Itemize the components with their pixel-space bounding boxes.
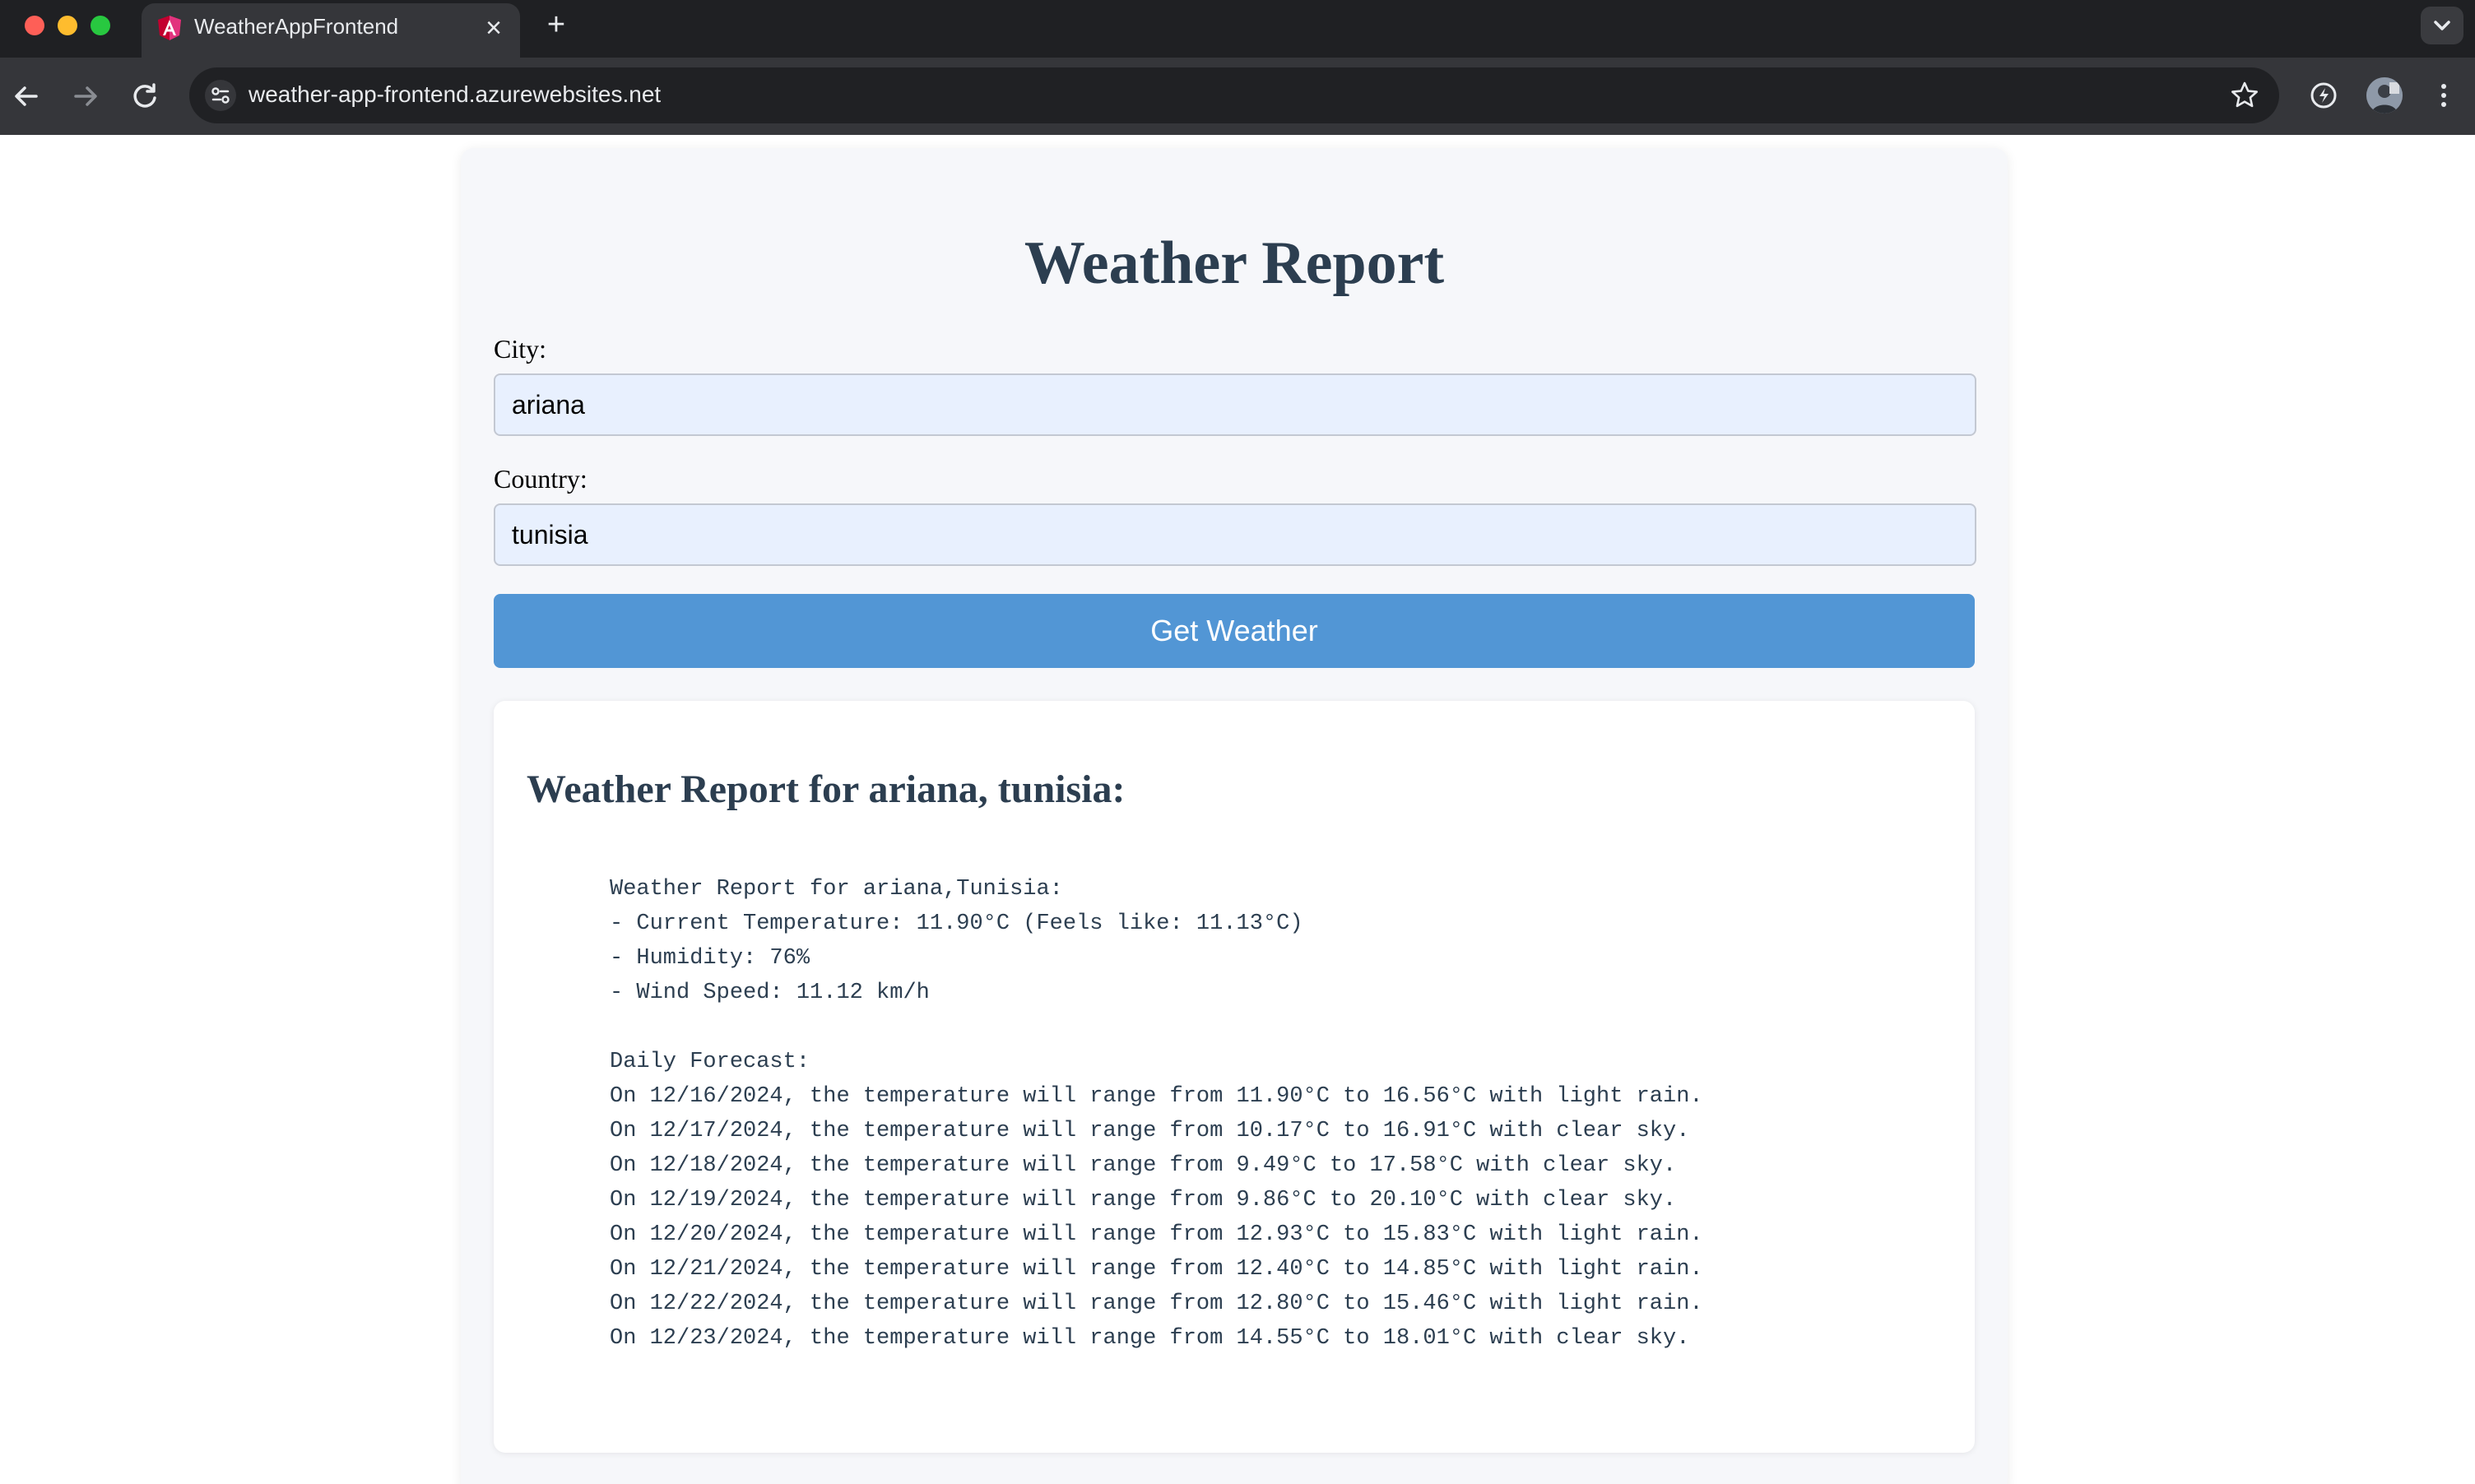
browser-tab[interactable]: WeatherAppFrontend × — [142, 3, 520, 58]
tab-title: WeatherAppFrontend — [194, 14, 399, 39]
page-viewport: Weather Report City: Country: Get Weathe… — [0, 135, 2475, 1484]
plus-icon[interactable]: + — [540, 8, 573, 41]
get-weather-button[interactable]: Get Weather — [494, 594, 1975, 668]
wind-speed-line: - Wind Speed: 11.12 km/h — [610, 981, 930, 1005]
forecast-line: On 12/22/2024, the temperature will rang… — [610, 1292, 1703, 1316]
url-text[interactable]: weather-app-frontend.azurewebsites.net — [248, 81, 661, 108]
window-minimize-button[interactable] — [58, 16, 77, 35]
forecast-title-line: Daily Forecast: — [610, 1050, 810, 1074]
forecast-line: On 12/18/2024, the temperature will rang… — [610, 1153, 1677, 1178]
current-temperature-line: - Current Temperature: 11.90°C (Feels li… — [610, 911, 1303, 936]
star-icon[interactable] — [2228, 79, 2261, 112]
country-label: Country: — [494, 464, 587, 494]
report-title-line: Weather Report for ariana,Tunisia: — [610, 877, 1063, 902]
extension-icon[interactable] — [2304, 76, 2343, 115]
forecast-line: On 12/19/2024, the temperature will rang… — [610, 1188, 1677, 1213]
kebab-menu-icon[interactable] — [2424, 76, 2463, 115]
result-heading: Weather Report for ariana, tunisia: — [527, 768, 1126, 811]
avatar[interactable] — [2366, 77, 2403, 114]
country-input[interactable] — [494, 503, 1976, 566]
chevron-down-icon — [2434, 21, 2450, 30]
close-icon[interactable]: × — [477, 12, 510, 44]
city-input[interactable] — [494, 373, 1976, 436]
forecast-line: On 12/23/2024, the temperature will rang… — [610, 1326, 1690, 1351]
arrow-right-icon[interactable] — [66, 77, 105, 116]
window-zoom-button[interactable] — [91, 16, 110, 35]
forecast-line: On 12/20/2024, the temperature will rang… — [610, 1222, 1703, 1247]
tab-search-button[interactable] — [2421, 7, 2463, 44]
browser-toolbar: weather-app-frontend.azurewebsites.net — [0, 58, 2475, 135]
weather-form-card: Weather Report City: Country: Get Weathe… — [461, 148, 2008, 1484]
reload-icon[interactable] — [125, 77, 165, 116]
forecast-line: On 12/21/2024, the temperature will rang… — [610, 1257, 1703, 1282]
arrow-left-icon[interactable] — [7, 77, 46, 116]
angular-logo-icon — [158, 16, 181, 40]
address-bar[interactable]: weather-app-frontend.azurewebsites.net — [189, 67, 2279, 123]
window-close-button[interactable] — [25, 16, 44, 35]
weather-result-panel: Weather Report for ariana, tunisia: Weat… — [494, 701, 1975, 1453]
tune-icon[interactable] — [204, 79, 237, 112]
browser-tab-strip: WeatherAppFrontend × + — [0, 0, 2475, 58]
forecast-line: On 12/16/2024, the temperature will rang… — [610, 1084, 1703, 1109]
forecast-line: On 12/17/2024, the temperature will rang… — [610, 1119, 1690, 1143]
page-title: Weather Report — [1024, 230, 1445, 297]
weather-report-text: Weather Report for ariana,Tunisia: - Cur… — [610, 872, 1703, 1356]
humidity-line: - Humidity: 76% — [610, 946, 810, 971]
city-label: City: — [494, 334, 547, 364]
profile-picture — [2366, 77, 2403, 114]
